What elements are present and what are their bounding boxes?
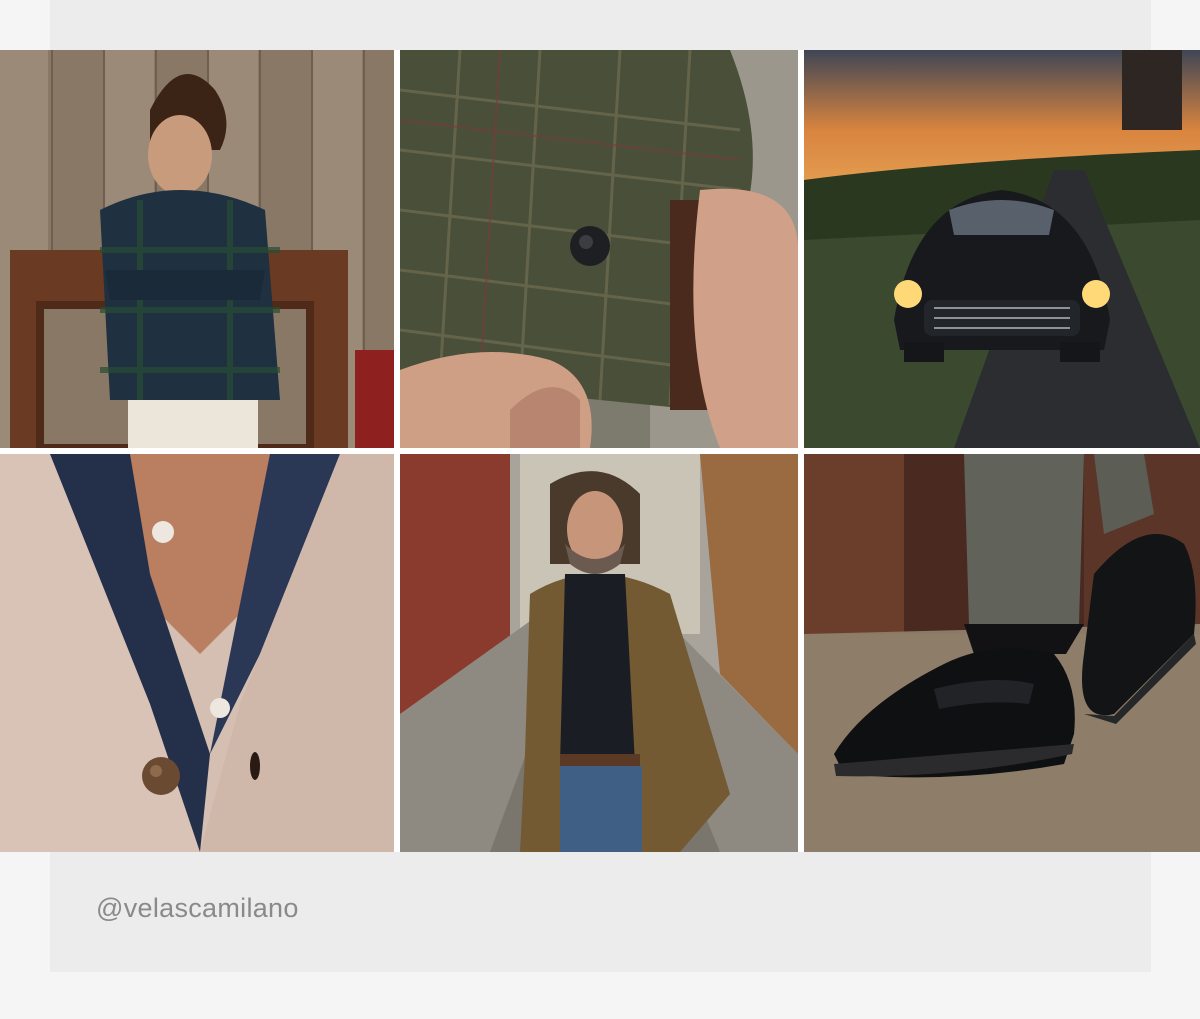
- photo-icon: [400, 454, 798, 852]
- gallery-image-5[interactable]: [400, 454, 798, 852]
- gallery-image-1[interactable]: [0, 50, 394, 448]
- gallery-image-4[interactable]: [0, 454, 394, 852]
- photo-icon: [0, 454, 394, 852]
- photo-icon: [400, 50, 798, 448]
- gallery-image-3[interactable]: [804, 50, 1200, 448]
- instagram-handle-link[interactable]: @velascamilano: [96, 893, 299, 924]
- gallery-image-2[interactable]: [400, 50, 798, 448]
- instagram-gallery: [0, 50, 1200, 852]
- photo-icon: [804, 50, 1200, 448]
- photo-icon: [804, 454, 1200, 852]
- gallery-image-6[interactable]: [804, 454, 1200, 852]
- photo-icon: [0, 50, 394, 448]
